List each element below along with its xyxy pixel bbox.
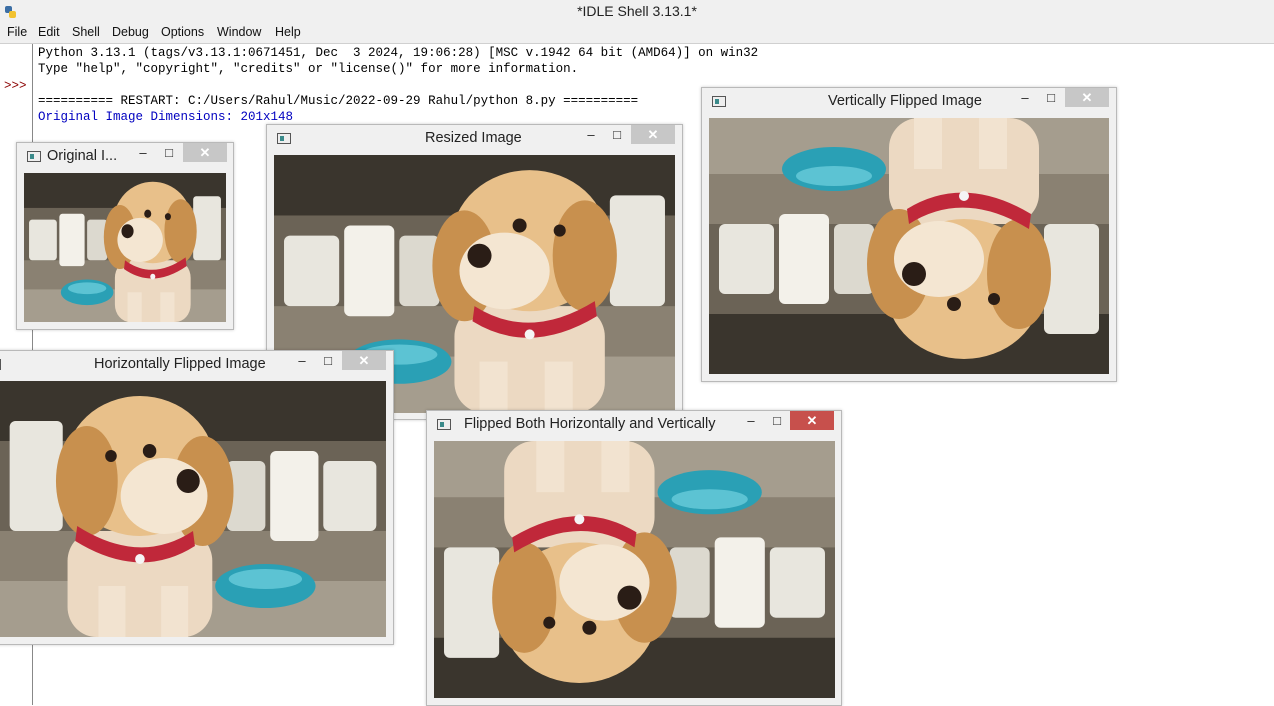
vertically-flipped-window[interactable]: Vertically Flipped Image – □ ✕ bbox=[701, 87, 1117, 382]
close-button[interactable]: ✕ bbox=[1065, 88, 1109, 107]
window-icon bbox=[0, 359, 1, 370]
window-title: Flipped Both Horizontally and Vertically bbox=[464, 416, 716, 432]
menu-help[interactable]: Help bbox=[275, 25, 301, 39]
window-icon bbox=[27, 151, 41, 162]
window-icon bbox=[277, 133, 291, 144]
vertically-flipped-image bbox=[709, 118, 1109, 374]
minimize-button[interactable]: – bbox=[581, 125, 601, 144]
minimize-button[interactable]: – bbox=[133, 143, 153, 162]
minimize-button[interactable]: – bbox=[1015, 88, 1035, 107]
menu-file[interactable]: File bbox=[7, 25, 27, 39]
window-titlebar[interactable]: Flipped Both Horizontally and Vertically… bbox=[427, 411, 841, 439]
shell-prompt: >>> bbox=[4, 79, 27, 93]
shell-output-line: Python 3.13.1 (tags/v3.13.1:0671451, Dec… bbox=[38, 46, 759, 60]
window-titlebar[interactable]: Horizontally Flipped Image – □ ✕ bbox=[0, 351, 393, 379]
close-button[interactable]: ✕ bbox=[342, 351, 386, 370]
menu-window[interactable]: Window bbox=[217, 25, 261, 39]
window-title: Resized Image bbox=[425, 130, 522, 146]
close-button[interactable]: ✕ bbox=[631, 125, 675, 144]
window-title: Horizontally Flipped Image bbox=[94, 356, 266, 372]
window-titlebar[interactable]: Original I... – □ ✕ bbox=[17, 143, 233, 171]
menu-options[interactable]: Options bbox=[161, 25, 204, 39]
horizontally-flipped-window[interactable]: Horizontally Flipped Image – □ ✕ bbox=[0, 350, 394, 645]
flipped-both-image bbox=[434, 441, 835, 698]
window-icon bbox=[437, 419, 451, 430]
menu-shell[interactable]: Shell bbox=[72, 25, 100, 39]
menu-edit[interactable]: Edit bbox=[38, 25, 60, 39]
maximize-button[interactable]: □ bbox=[607, 125, 627, 144]
window-title: *IDLE Shell 3.13.1* bbox=[577, 3, 697, 19]
horizontally-flipped-image bbox=[0, 381, 386, 637]
shell-output-dimensions: Original Image Dimensions: 201x148 bbox=[38, 110, 294, 124]
window-titlebar[interactable]: Resized Image – □ ✕ bbox=[267, 125, 682, 153]
window-titlebar[interactable]: Vertically Flipped Image – □ ✕ bbox=[702, 88, 1116, 116]
maximize-button[interactable]: □ bbox=[318, 351, 338, 370]
menu-bar: File Edit Shell Debug Options Window Hel… bbox=[0, 24, 1274, 44]
original-image bbox=[24, 173, 226, 322]
shell-restart-line: ========== RESTART: C:/Users/Rahul/Music… bbox=[38, 94, 639, 108]
menu-debug[interactable]: Debug bbox=[112, 25, 149, 39]
original-image-window[interactable]: Original I... – □ ✕ bbox=[16, 142, 234, 330]
maximize-button[interactable]: □ bbox=[1041, 88, 1061, 107]
close-button[interactable]: ✕ bbox=[183, 143, 227, 162]
window-title: Original I... bbox=[47, 148, 118, 164]
minimize-button[interactable]: – bbox=[741, 411, 761, 430]
window-icon bbox=[712, 96, 726, 107]
shell-output-line: Type "help", "copyright", "credits" or "… bbox=[38, 62, 579, 76]
window-title: Vertically Flipped Image bbox=[828, 93, 982, 109]
title-bar: *IDLE Shell 3.13.1* bbox=[0, 0, 1274, 25]
maximize-button[interactable]: □ bbox=[767, 411, 787, 430]
close-button[interactable]: ✕ bbox=[790, 411, 834, 430]
minimize-button[interactable]: – bbox=[292, 351, 312, 370]
maximize-button[interactable]: □ bbox=[159, 143, 179, 162]
flipped-both-window[interactable]: Flipped Both Horizontally and Vertically… bbox=[426, 410, 842, 706]
